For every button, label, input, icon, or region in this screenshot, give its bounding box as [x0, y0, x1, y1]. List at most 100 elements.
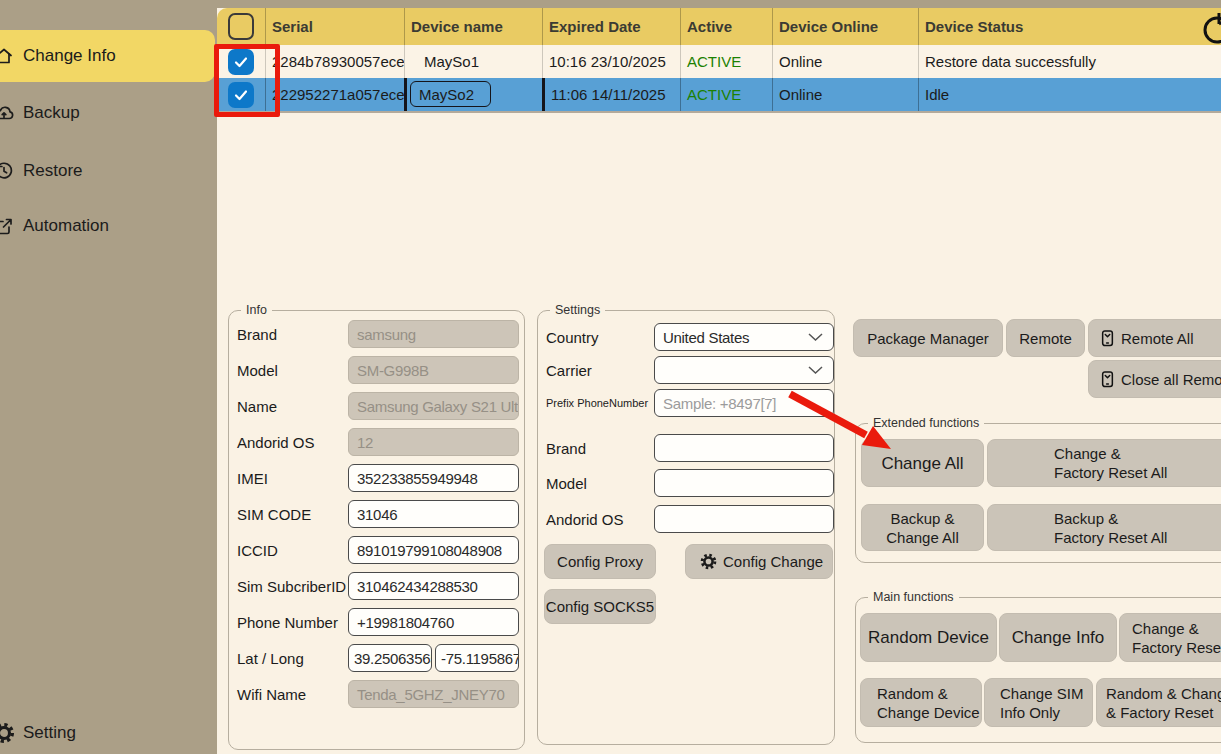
field-label-wifi-name: Wifi Name — [237, 680, 306, 708]
table-bottom-border — [217, 111, 1221, 113]
model-field[interactable]: SM-G998B — [348, 356, 519, 384]
sidebar-item-change-info[interactable]: Change Info — [0, 30, 215, 82]
select-all-checkbox[interactable] — [228, 13, 254, 40]
config-change-button[interactable]: Config Change — [685, 544, 833, 579]
field-label-settings-brand: Brand — [546, 434, 586, 462]
info-panel-legend: Info — [241, 303, 272, 317]
change-info-button[interactable]: Change Info — [999, 613, 1117, 662]
sidebar-item-label: Setting — [23, 723, 76, 743]
settings-model-field[interactable] — [654, 469, 834, 497]
col-device-online[interactable]: Device Online — [772, 8, 918, 45]
field-label-name: Name — [237, 392, 277, 420]
close-all-remote-button[interactable]: Close all Remote — [1088, 360, 1221, 398]
sim-subscriber-id-field[interactable]: 310462434288530 — [348, 572, 519, 600]
sidebar-item-automation[interactable]: Automation — [0, 200, 215, 252]
cell-device-status: Idle — [918, 78, 1221, 111]
home-icon — [0, 45, 15, 67]
field-label-android-os: Andorid OS — [237, 428, 315, 456]
cell-active: ACTIVE — [680, 45, 772, 78]
settings-android-os-field[interactable] — [654, 505, 834, 533]
sidebar-item-label: Automation — [23, 216, 109, 236]
settings-panel-legend: Settings — [550, 303, 605, 317]
sidebar-item-setting[interactable]: Setting — [0, 707, 215, 754]
col-expired-date[interactable]: Expired Date — [542, 8, 680, 45]
field-label-sim-code: SIM CODE — [237, 500, 311, 528]
sidebar-item-restore[interactable]: Restore — [0, 145, 215, 197]
cell-device-online: Online — [772, 78, 918, 111]
config-proxy-button[interactable]: Config Proxy — [544, 544, 656, 579]
brand-field[interactable]: samsung — [348, 320, 519, 348]
iccid-field[interactable]: 891019799108048908 — [348, 536, 519, 564]
sidebar-item-label: Change Info — [23, 46, 116, 66]
field-label-model: Model — [237, 356, 278, 384]
app-window: Change Info Backup Restore Automation Se… — [0, 0, 1221, 754]
field-label-settings-model: Model — [546, 469, 587, 497]
cell-device-online: Online — [772, 45, 918, 78]
remote-all-button[interactable]: Remote All — [1088, 319, 1221, 357]
info-panel: Info Brand samsung Model SM-G998B Name S… — [228, 310, 525, 750]
sidebar-item-label: Restore — [23, 161, 83, 181]
lat-field[interactable]: 39.25063565 — [348, 644, 432, 672]
change-sim-info-only-button[interactable]: Change SIM Info Only — [984, 678, 1093, 727]
phone-number-field[interactable]: +19981804760 — [348, 608, 519, 636]
row-checkbox[interactable] — [228, 49, 254, 75]
col-device-status[interactable]: Device Status — [918, 8, 1221, 45]
sim-code-field[interactable]: 31046 — [348, 500, 519, 528]
device-table: Serial Device name Expired Date Active D… — [217, 8, 1221, 111]
imei-field[interactable]: 352233855949948 — [348, 464, 519, 492]
android-os-field[interactable]: 12 — [348, 428, 519, 456]
cloud-backup-icon — [0, 102, 15, 124]
backup-change-all-button[interactable]: Backup & Change All — [861, 504, 984, 551]
field-label-brand: Brand — [237, 320, 277, 348]
table-row-selected[interactable]: 222952271a057ece MaySo2 11:06 14/11/2025… — [217, 78, 1221, 111]
settings-brand-field[interactable] — [654, 434, 834, 462]
field-label-carrier: Carrier — [546, 356, 592, 384]
chevron-down-icon — [808, 333, 823, 341]
automation-icon — [0, 215, 15, 237]
cell-expired-date: 10:16 23/10/2025 — [542, 45, 680, 78]
table-header: Serial Device name Expired Date Active D… — [217, 8, 1221, 45]
sidebar: Change Info Backup Restore Automation Se… — [0, 0, 217, 754]
country-select[interactable]: United States — [654, 323, 834, 351]
col-device-name[interactable]: Device name — [404, 8, 542, 45]
col-active[interactable]: Active — [680, 8, 772, 45]
row-checkbox[interactable] — [228, 82, 254, 108]
restore-icon — [0, 160, 15, 182]
random-device-button[interactable]: Random Device — [860, 613, 997, 662]
cell-device-name: MaySo1 — [404, 45, 542, 78]
table-row[interactable]: 2284b78930057ece MaySo1 10:16 23/10/2025… — [217, 45, 1221, 78]
phone-icon — [1100, 370, 1115, 389]
backup-factory-reset-all-button[interactable]: Backup & Factory Reset All — [987, 504, 1221, 551]
field-label-imei: IMEI — [237, 464, 268, 492]
change-all-button[interactable]: Change All — [861, 439, 984, 487]
settings-panel: Settings Country United States Carrier P… — [537, 310, 835, 745]
device-name-edit-input[interactable]: MaySo2 — [410, 81, 491, 107]
random-change-device-button[interactable]: Random & Change Device — [860, 678, 982, 727]
name-field[interactable]: Samsung Galaxy S21 Ultra — [348, 392, 519, 420]
sidebar-item-label: Backup — [23, 103, 80, 123]
col-serial[interactable]: Serial — [265, 8, 404, 45]
cell-expired-date: 11:06 14/11/2025 — [542, 78, 680, 111]
field-label-phone-number: Phone Number — [237, 608, 338, 636]
chevron-down-icon — [808, 366, 823, 374]
field-label-country: Country — [546, 323, 599, 351]
carrier-select[interactable] — [654, 356, 834, 384]
cell-serial: 2284b78930057ece — [265, 45, 404, 78]
config-socks5-button[interactable]: Config SOCKS5 — [544, 589, 656, 624]
cell-serial: 222952271a057ece — [265, 78, 404, 111]
cell-active: ACTIVE — [680, 78, 772, 111]
sidebar-item-backup[interactable]: Backup — [0, 87, 215, 139]
long-field[interactable]: -75.1195867 — [435, 644, 519, 672]
phone-icon — [1100, 329, 1115, 348]
change-factory-reset-button[interactable]: Change & Factory Reset — [1119, 613, 1221, 662]
change-factory-reset-all-button[interactable]: Change & Factory Reset All — [987, 439, 1221, 487]
field-label-prefix-phone-number: Prefix PhoneNumber — [546, 389, 648, 417]
cell-device-status: Restore data successfully — [918, 45, 1221, 78]
wifi-name-field[interactable]: Tenda_5GHZ_JNEY70 — [348, 680, 519, 708]
prefix-phone-number-field[interactable]: Sample: +8497[7] — [654, 389, 834, 417]
field-label-settings-android-os: Andorid OS — [546, 505, 624, 533]
random-change-factory-reset-button[interactable]: Random & Change & Factory Reset — [1096, 678, 1221, 727]
package-manager-button[interactable]: Package Manager — [853, 319, 1003, 357]
extended-functions-legend: Extended functions — [868, 416, 984, 430]
remote-button[interactable]: Remote — [1006, 319, 1085, 357]
